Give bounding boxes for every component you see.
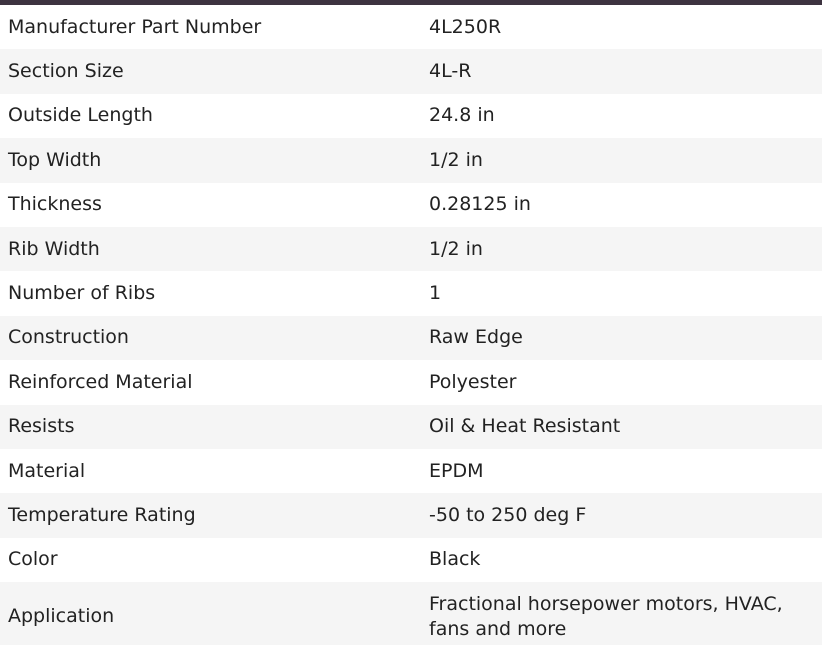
spec-label: Manufacturer Part Number bbox=[8, 15, 262, 38]
spec-value: Black bbox=[429, 548, 481, 571]
spec-value: EPDM bbox=[429, 459, 484, 482]
spec-value: Polyester bbox=[429, 370, 517, 393]
spec-value: 1 bbox=[429, 282, 442, 305]
table-row: Outside Length 24.8 in bbox=[0, 94, 822, 138]
spec-label: Construction bbox=[0, 315, 421, 361]
specifications-table: Manufacturer Part Number 4L250R Section … bbox=[0, 5, 822, 645]
spec-label: Color bbox=[8, 548, 58, 571]
table-row: Application Fractional horsepower motors… bbox=[0, 582, 822, 645]
table-row: Material EPDM bbox=[0, 449, 822, 493]
table-row: Construction Raw Edge bbox=[0, 315, 822, 361]
spec-value: 1/2 in bbox=[421, 226, 822, 272]
table-row: Top Width 1/2 in bbox=[0, 138, 822, 183]
spec-label: Rib Width bbox=[0, 226, 421, 272]
spec-label: Number of Ribs bbox=[8, 282, 156, 305]
spec-value: 4L-R bbox=[421, 49, 822, 94]
spec-label: Top Width bbox=[0, 138, 421, 183]
spec-value: 4L250R bbox=[429, 15, 502, 38]
spec-label: Section Size bbox=[0, 49, 421, 94]
spec-value: Raw Edge bbox=[421, 315, 822, 361]
spec-value: Oil & Heat Resistant bbox=[421, 404, 822, 449]
spec-value: 0.28125 in bbox=[429, 193, 531, 216]
table-row: Thickness 0.28125 in bbox=[0, 183, 822, 227]
table-row: Manufacturer Part Number 4L250R bbox=[0, 5, 822, 49]
table-row: Number of Ribs 1 bbox=[0, 271, 822, 315]
spec-label: Application bbox=[0, 582, 421, 645]
spec-label: Reinforced Material bbox=[8, 370, 193, 393]
spec-label: Resists bbox=[0, 404, 421, 449]
spec-label: Outside Length bbox=[8, 104, 153, 127]
table-row: Section Size 4L-R bbox=[0, 49, 822, 94]
table-row: Resists Oil & Heat Resistant bbox=[0, 404, 822, 449]
spec-label: Temperature Rating bbox=[0, 493, 421, 538]
table-row: Rib Width 1/2 in bbox=[0, 226, 822, 272]
spec-value: Fractional horsepower motors, HVAC, fans… bbox=[421, 582, 822, 645]
spec-label: Material bbox=[8, 459, 86, 482]
spec-value: 24.8 in bbox=[429, 104, 495, 127]
spec-value: -50 to 250 deg F bbox=[421, 493, 822, 538]
spec-value: 1/2 in bbox=[421, 138, 822, 183]
table-row: Reinforced Material Polyester bbox=[0, 360, 822, 404]
table-row: Temperature Rating -50 to 250 deg F bbox=[0, 493, 822, 538]
spec-label: Thickness bbox=[8, 193, 102, 216]
table-row: Color Black bbox=[0, 538, 822, 582]
